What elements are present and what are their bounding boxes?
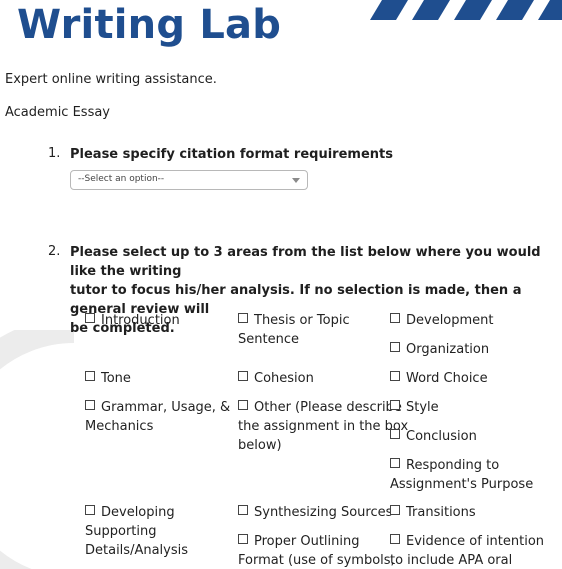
option-label: to include APA oral: [390, 553, 513, 568]
decorative-arc: [0, 330, 75, 569]
option-label: the assignment in the box: [238, 419, 409, 434]
option-label: Details/Analysis: [85, 543, 189, 558]
option-label: Introduction: [101, 313, 180, 328]
option-label: Synthesizing Sources: [254, 505, 393, 520]
checkbox[interactable]: [390, 371, 400, 381]
stripe: [496, 0, 534, 20]
option-label: Style: [406, 400, 439, 415]
question-2-text-line: Please select up to 3 areas from the lis…: [70, 245, 541, 279]
citation-format-select-value: --Select an option--: [78, 174, 165, 184]
option-label: Conclusion: [406, 429, 477, 444]
option-label: Evidence of intention: [406, 534, 545, 549]
option-style[interactable]: Style: [390, 398, 439, 417]
option-label: Proper Outlining: [254, 534, 360, 549]
option-label: Development: [406, 313, 494, 328]
option-development[interactable]: Development: [390, 311, 494, 330]
checkbox[interactable]: [390, 342, 400, 352]
decorative-stripes: [370, 0, 562, 20]
option-thesis[interactable]: Thesis or Topic Sentence: [238, 311, 350, 349]
page-subtitle: Expert online writing assistance.: [5, 72, 217, 87]
checkbox[interactable]: [390, 505, 400, 515]
checkbox[interactable]: [238, 371, 248, 381]
option-label: Transitions: [406, 505, 476, 520]
checkbox[interactable]: [238, 534, 248, 544]
question-1-number: 1.: [48, 146, 61, 161]
option-label: Supporting: [85, 524, 157, 539]
option-label: Other (Please describe: [254, 400, 402, 415]
checkbox[interactable]: [390, 458, 400, 468]
checkbox[interactable]: [85, 505, 95, 515]
document-type-label: Academic Essay: [5, 105, 111, 120]
writing-lab-page: Writing Lab Expert online writing assist…: [0, 0, 562, 569]
checkbox[interactable]: [390, 429, 400, 439]
option-label: Assignment's Purpose: [390, 477, 534, 492]
checkbox[interactable]: [390, 313, 400, 323]
checkbox[interactable]: [238, 400, 248, 410]
chevron-down-icon[interactable]: [292, 178, 300, 183]
option-proper-outlining[interactable]: Proper Outlining Format (use of symbols,: [238, 532, 395, 569]
option-label: Thesis or Topic: [254, 313, 350, 328]
stripe: [538, 0, 562, 20]
checkbox[interactable]: [238, 505, 248, 515]
stripe: [454, 0, 492, 20]
option-label: Format (use of symbols,: [238, 553, 395, 568]
option-developing[interactable]: Developing Supporting Details/Analysis: [85, 503, 188, 560]
question-1-text: Please specify citation format requireme…: [70, 147, 393, 162]
option-label: Organization: [406, 342, 490, 357]
citation-format-select[interactable]: --Select an option--: [70, 170, 308, 190]
option-label: Grammar, Usage, &: [101, 400, 231, 415]
option-label: Sentence: [238, 332, 299, 347]
option-conclusion[interactable]: Conclusion: [390, 427, 477, 446]
option-word-choice[interactable]: Word Choice: [390, 369, 488, 388]
option-label: Word Choice: [406, 371, 488, 386]
question-2-number: 2.: [48, 244, 61, 259]
checkbox[interactable]: [390, 534, 400, 544]
option-label: Mechanics: [85, 419, 154, 434]
option-label: Developing: [101, 505, 175, 520]
option-label: Tone: [101, 371, 131, 386]
page-title: Writing Lab: [17, 2, 282, 48]
option-introduction[interactable]: Introduction: [85, 311, 180, 330]
option-transitions[interactable]: Transitions: [390, 503, 476, 522]
option-grammar[interactable]: Grammar, Usage, & Mechanics: [85, 398, 230, 436]
checkbox[interactable]: [85, 371, 95, 381]
option-other[interactable]: Other (Please describe the assignment in…: [238, 398, 408, 455]
option-tone[interactable]: Tone: [85, 369, 131, 388]
option-cohesion[interactable]: Cohesion: [238, 369, 314, 388]
option-organization[interactable]: Organization: [390, 340, 489, 359]
stripe: [370, 0, 408, 20]
checkbox[interactable]: [390, 400, 400, 410]
option-synthesizing[interactable]: Synthesizing Sources: [238, 503, 392, 522]
checkbox[interactable]: [85, 400, 95, 410]
option-evidence[interactable]: Evidence of intention to include APA ora…: [390, 532, 544, 569]
option-label: Responding to: [406, 458, 500, 473]
checkbox[interactable]: [238, 313, 248, 323]
stripe: [412, 0, 450, 20]
checkbox[interactable]: [85, 313, 95, 323]
option-label: below): [238, 438, 282, 453]
option-responding[interactable]: Responding to Assignment's Purpose: [390, 456, 533, 494]
option-label: Cohesion: [254, 371, 314, 386]
